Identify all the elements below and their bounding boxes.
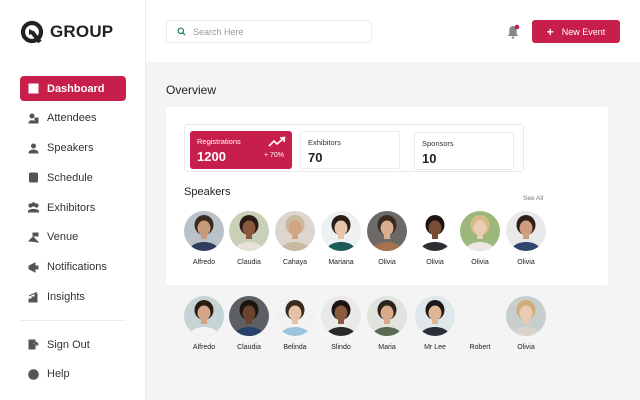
sidebar-item-sign-out[interactable]: Sign Out xyxy=(20,332,126,357)
sidebar-item-label: Help xyxy=(47,368,70,381)
speaker-avatar xyxy=(367,296,407,336)
speaker-icon xyxy=(28,143,39,154)
sidebar-item-label: Dashboard xyxy=(47,82,105,95)
speaker-avatar xyxy=(460,296,500,336)
brand-name: GROUP xyxy=(50,22,114,41)
svg-text:?: ? xyxy=(32,371,36,379)
new-event-label: New Event xyxy=(561,26,606,37)
sidebar-item-venue[interactable]: Venue xyxy=(20,225,126,250)
venue-icon xyxy=(28,232,39,243)
sidebar-item-speakers[interactable]: Speakers xyxy=(20,136,126,161)
speaker-card[interactable]: Olivia xyxy=(496,296,556,351)
sidebar-item-exhibitors[interactable]: Exhibitors xyxy=(20,195,126,220)
sidebar-item-label: Insights xyxy=(47,291,85,304)
sign-out-icon xyxy=(28,339,39,350)
help-icon: ? xyxy=(28,368,39,380)
see-all-link[interactable]: See All xyxy=(523,195,543,202)
sidebar-item-label: Exhibitors xyxy=(47,201,96,214)
sidebar-item-attendees[interactable]: Attendees xyxy=(20,106,126,131)
sidebar-item-label: Speakers xyxy=(47,142,94,155)
sponsors-label: Sponsors xyxy=(422,139,454,148)
notification-bell-icon[interactable] xyxy=(506,24,520,40)
speakers-title: Speakers xyxy=(184,186,231,198)
speaker-avatar xyxy=(506,211,546,251)
speaker-avatar xyxy=(275,296,315,336)
speaker-avatar xyxy=(415,211,455,251)
speaker-card[interactable]: Olivia xyxy=(496,211,556,266)
grid-icon xyxy=(28,83,39,94)
speaker-avatar xyxy=(367,211,407,251)
sidebar: GROUP Dashboard Attendees Speakers Schedule… xyxy=(0,0,146,400)
sidebar-item-schedule[interactable]: Schedule xyxy=(20,165,126,190)
sponsors-value: 10 xyxy=(422,151,437,166)
sidebar-nav: Dashboard Attendees Speakers Schedule Exhibi… xyxy=(20,76,126,314)
registrations-card[interactable]: Registrations 1200 + 70% xyxy=(190,131,292,169)
speaker-avatar xyxy=(506,296,546,336)
speaker-avatar xyxy=(184,211,224,251)
schedule-icon xyxy=(28,172,39,183)
sidebar-item-dashboard[interactable]: Dashboard xyxy=(20,76,126,101)
overview-title: Overview xyxy=(166,83,217,97)
speaker-avatar xyxy=(184,296,224,336)
sidebar-divider xyxy=(20,320,126,321)
sidebar-item-label: Notifications xyxy=(47,261,107,274)
exhibitors-card[interactable]: Exhibitors 70 xyxy=(300,131,400,169)
speaker-name: Olivia xyxy=(517,259,535,266)
speaker-avatar xyxy=(460,211,500,251)
attendee-icon xyxy=(28,113,39,124)
search-input[interactable] xyxy=(193,26,363,37)
exhibitors-label: Exhibitors xyxy=(308,138,341,147)
bar-chart-icon xyxy=(28,291,39,303)
logo[interactable]: GROUP xyxy=(20,20,113,44)
exhibitors-value: 70 xyxy=(308,150,323,165)
speaker-avatar xyxy=(321,296,361,336)
speaker-avatar xyxy=(229,211,269,251)
sidebar-item-help[interactable]: ? Help xyxy=(20,362,126,387)
search-box[interactable] xyxy=(166,20,372,43)
sidebar-item-label: Sign Out xyxy=(47,338,90,351)
new-event-button[interactable]: + New Event xyxy=(532,20,620,43)
trending-up-icon xyxy=(268,136,286,147)
speaker-avatar xyxy=(321,211,361,251)
speaker-avatar xyxy=(275,211,315,251)
registrations-change: + 70% xyxy=(263,152,284,159)
sidebar-item-label: Attendees xyxy=(47,112,97,125)
speaker-avatar xyxy=(229,296,269,336)
search-icon xyxy=(177,27,186,36)
top-bar: + New Event xyxy=(146,0,640,62)
speaker-avatar xyxy=(415,296,455,336)
sidebar-item-label: Venue xyxy=(47,231,79,244)
sidebar-item-insights[interactable]: Insights xyxy=(20,285,126,310)
sidebar-item-label: Schedule xyxy=(47,171,93,184)
megaphone-icon xyxy=(28,261,39,273)
sidebar-item-notifications[interactable]: Notifications xyxy=(20,255,126,280)
exhibitor-icon xyxy=(28,202,39,213)
speaker-name: Olivia xyxy=(517,344,535,351)
plus-icon: + xyxy=(546,24,554,39)
sidebar-bottom-nav: Sign Out? Help xyxy=(20,332,126,392)
logo-mark-icon xyxy=(20,20,44,44)
sponsors-card[interactable]: Sponsors 10 xyxy=(414,132,514,170)
